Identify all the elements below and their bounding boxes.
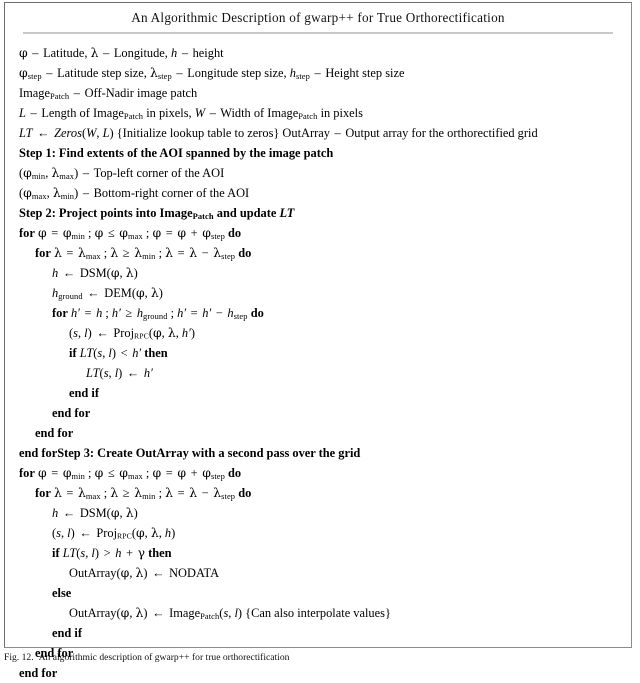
figure-caption-text: An algorithmic description of gwarp++ fo… <box>38 652 290 663</box>
line-s2-proj-rpc: (s, l) ← ProjRPC(φ, λ, h′) <box>69 325 195 341</box>
algorithm-title: An Algorithmic Description of gwarp++ fo… <box>131 10 505 25</box>
line-s3-for-phi: for φ = φmin ; φ ≤ φmax ; φ = φ + φstep … <box>19 465 242 481</box>
line-s2-h-dsm: h ← DSM(φ, λ) <box>52 265 138 280</box>
line-s2-hground-dem: hground ← DEM(φ, λ) <box>52 285 163 301</box>
algorithm-body: φ – Latitude, λ – Longitude, h – height … <box>5 34 631 683</box>
line-s2-assign-lt: LT(s, l) ← h′ <box>86 366 153 380</box>
line-s2-end-for-lambda: end for <box>35 426 74 440</box>
algorithm-figure: An Algorithmic Description of gwarp++ fo… <box>0 0 640 680</box>
line-step2-heading: Step 2: Project points into ImagePatch a… <box>19 206 295 221</box>
line-step1-heading: Step 1: Find extents of the AOI spanned … <box>19 146 334 160</box>
algorithm-box: An Algorithmic Description of gwarp++ fo… <box>4 2 632 680</box>
line-def-phi-lambda-h: φ – Latitude, λ – Longitude, h – height <box>19 45 224 60</box>
line-s2-end-if: end if <box>69 386 99 400</box>
line-s2-if-lt-less: if LT(s, l) < h′ then <box>69 346 168 360</box>
line-s2-end-for-inner: end for <box>52 406 91 420</box>
line-s3-proj-rpc: (s, l) ← ProjRPC(φ, λ, h) <box>52 525 176 541</box>
line-s2-for-phi: for φ = φmin ; φ ≤ φmax ; φ = φ + φstep … <box>19 225 242 241</box>
line-s3-end-if: end if <box>52 626 82 640</box>
figure-caption-label: Fig. 12. <box>4 652 34 663</box>
line-aoi-top-left: (φmin, λmax) – Top-left corner of the AO… <box>19 165 225 181</box>
line-init-lookup-table: LT ← Zeros(W, L) {Initialize lookup tabl… <box>19 126 538 140</box>
line-s3-outarray-image: OutArray(φ, λ) ← ImagePatch(s, l) {Can a… <box>69 605 391 621</box>
line-def-step-sizes: φstep – Latitude step size, λstep – Long… <box>19 65 405 81</box>
figure-caption: Fig. 12. An algorithmic description of gw… <box>4 652 632 664</box>
line-s3-outarray-nodata: OutArray(φ, λ) ← NODATA <box>69 565 220 580</box>
line-s2-for-hprime: for h′ = h ; h′ ≥ hground ; h′ = h′ − hs… <box>52 306 264 321</box>
line-s3-end-for-phi: end for <box>19 666 58 680</box>
line-s3-for-lambda: for λ = λmax ; λ ≥ λmin ; λ = λ − λstep … <box>35 485 252 501</box>
line-def-length-width: L – Length of ImagePatch in pixels, W – … <box>19 106 363 121</box>
line-def-image-patch: ImagePatch – Off-Nadir image patch <box>19 86 198 101</box>
line-s3-if-lt-greater: if LT(s, l) > h + γ then <box>52 545 172 560</box>
line-s2-for-lambda: for λ = λmax ; λ ≥ λmin ; λ = λ − λstep … <box>35 245 252 261</box>
line-s3-h-dsm: h ← DSM(φ, λ) <box>52 505 138 520</box>
line-s2-end-for-step3-heading: end forStep 3: Create OutArray with a se… <box>19 446 361 460</box>
line-s3-else: else <box>52 586 72 600</box>
line-aoi-bottom-right: (φmax, λmin) – Bottom-right corner of th… <box>19 185 250 201</box>
